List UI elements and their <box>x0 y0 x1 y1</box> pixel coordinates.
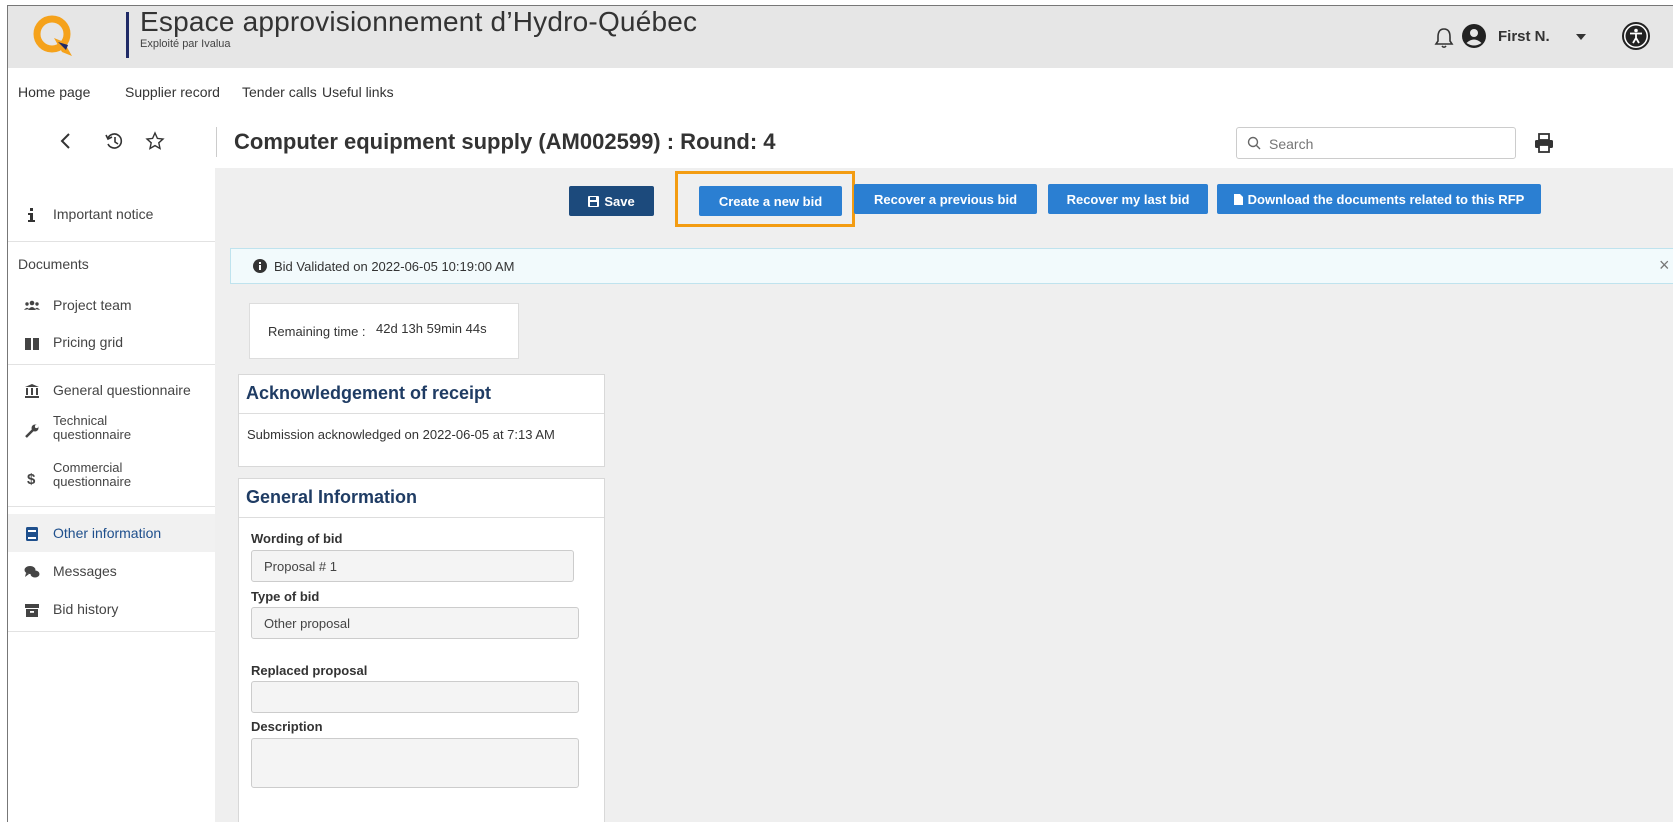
back-chevron-icon[interactable] <box>56 131 76 151</box>
svg-text:$: $ <box>27 471 36 486</box>
brand-divider <box>126 12 129 58</box>
page-title-bar: Computer equipment supply (AM002599) : R… <box>8 117 1673 169</box>
sidebar-item-technical-questionnaire[interactable]: Technical questionnaire <box>8 411 215 449</box>
recover-previous-bid-button[interactable]: Recover a previous bid <box>854 184 1037 214</box>
user-name[interactable]: First N. <box>1498 28 1550 45</box>
main-content: Save Create a new bid Recover a previous… <box>215 168 1673 822</box>
sidebar-divider <box>8 241 215 242</box>
caret-down-icon[interactable] <box>1576 34 1586 40</box>
history-icon[interactable] <box>104 131 124 151</box>
app-header: Espace approvisionnement d’Hydro-Québec … <box>8 6 1673 69</box>
bank-icon <box>25 384 39 398</box>
sidebar-divider <box>8 631 215 632</box>
sidebar-label: Technical questionnaire <box>53 414 131 442</box>
app-subtitle: Exploité par Ivalua <box>140 38 231 50</box>
save-button[interactable]: Save <box>569 186 654 216</box>
file-icon <box>1233 193 1243 205</box>
description-field[interactable] <box>251 738 579 788</box>
search-icon <box>1247 136 1261 150</box>
sidebar-label: General questionnaire <box>53 382 191 398</box>
nav-useful-links[interactable]: Useful links <box>322 84 394 100</box>
description-label: Description <box>251 719 323 734</box>
dollar-icon: $ <box>27 471 36 486</box>
type-value: Other proposal <box>264 616 350 631</box>
sidebar-item-general-questionnaire[interactable]: General questionnaire <box>8 371 215 409</box>
acknowledgement-text: Submission acknowledged on 2022-06-05 at… <box>247 427 555 442</box>
alert-text: Bid Validated on 2022-06-05 10:19:00 AM <box>274 259 515 274</box>
download-documents-button[interactable]: Download the documents related to this R… <box>1217 184 1541 214</box>
sidebar-item-other-information[interactable]: Other information <box>8 514 215 552</box>
replaced-proposal-field[interactable] <box>251 681 579 713</box>
type-label: Type of bid <box>251 589 320 604</box>
close-icon[interactable]: × <box>1659 255 1670 276</box>
sidebar-label: Other information <box>53 525 162 541</box>
nav-tender-calls[interactable]: Tender calls <box>242 84 317 100</box>
nav-supplier-record[interactable]: Supplier record <box>125 84 220 100</box>
book-icon <box>26 527 38 541</box>
nav-home-page[interactable]: Home page <box>18 84 90 100</box>
remaining-time-value: 42d 13h 59min 44s <box>376 321 487 336</box>
sidebar-item-messages[interactable]: Messages <box>8 552 215 590</box>
recover-last-bid-button[interactable]: Recover my last bid <box>1048 184 1208 214</box>
create-new-bid-button[interactable]: Create a new bid <box>699 186 842 216</box>
page-title: Computer equipment supply (AM002599) : R… <box>234 129 776 154</box>
user-circle-icon[interactable] <box>1462 24 1486 48</box>
hydro-quebec-logo[interactable] <box>28 12 82 60</box>
type-field[interactable]: Other proposal <box>251 607 579 639</box>
sidebar-item-project-team[interactable]: Project team <box>8 286 215 324</box>
search-box[interactable] <box>1236 127 1516 159</box>
print-icon[interactable] <box>1533 133 1555 153</box>
sidebar-label: Bid history <box>53 601 119 617</box>
sidebar-label: Messages <box>53 563 117 579</box>
sidebar-label-line: questionnaire <box>53 427 132 442</box>
replaced-proposal-label: Replaced proposal <box>251 663 368 678</box>
floppy-disk-icon <box>588 195 600 207</box>
wording-label: Wording of bid <box>251 531 343 546</box>
panel-title: General Information <box>239 479 604 518</box>
top-navigation: Home page Supplier record Tender calls U… <box>8 68 1673 118</box>
search-input[interactable] <box>1267 132 1511 156</box>
bid-validated-alert: Bid Validated on 2022-06-05 10:19:00 AM … <box>230 248 1673 284</box>
panel-title: Acknowledgement of receipt <box>239 375 604 414</box>
accessibility-icon[interactable] <box>1622 22 1650 50</box>
wrench-icon <box>25 424 39 438</box>
remaining-time-label: Remaining time : <box>268 324 366 339</box>
sidebar-label-line: Commercial <box>53 460 123 475</box>
sidebar: Important notice Documents Project team … <box>8 168 215 822</box>
info-i-icon <box>28 208 35 222</box>
general-information-panel: General Information Wording of bid Propo… <box>238 478 605 822</box>
chat-bubbles-icon <box>24 566 40 578</box>
app-window: Espace approvisionnement d’Hydro-Québec … <box>7 5 1673 822</box>
title-separator <box>216 127 217 157</box>
users-icon <box>24 300 40 310</box>
sidebar-item-commercial-questionnaire[interactable]: $ Commercial questionnaire <box>8 458 215 496</box>
sidebar-label-line: Technical <box>53 413 108 428</box>
sidebar-heading-documents: Documents <box>18 256 89 272</box>
info-circle-icon <box>253 259 267 273</box>
sidebar-label: Pricing grid <box>53 334 124 350</box>
download-label: Download the documents related to this R… <box>1247 191 1525 207</box>
gift-box-icon <box>25 338 39 350</box>
sidebar-item-bid-history[interactable]: Bid history <box>8 590 215 628</box>
remaining-time-box: Remaining time : 42d 13h 59min 44s <box>249 303 519 359</box>
star-icon[interactable] <box>145 131 165 151</box>
archive-icon <box>25 604 39 617</box>
wording-field[interactable]: Proposal # 1 <box>251 550 574 582</box>
acknowledgement-panel: Acknowledgement of receipt Submission ac… <box>238 374 605 467</box>
sidebar-item-pricing-grid[interactable]: Pricing grid <box>8 323 215 361</box>
app-title: Espace approvisionnement d’Hydro-Québec <box>140 6 698 37</box>
sidebar-label: Project team <box>53 297 132 313</box>
wording-value: Proposal # 1 <box>264 559 337 574</box>
sidebar-divider <box>8 506 215 507</box>
sidebar-divider <box>8 364 215 365</box>
sidebar-item-important-notice[interactable]: Important notice <box>8 195 215 233</box>
sidebar-label: Commercial questionnaire <box>53 461 131 489</box>
sidebar-label-line: questionnaire <box>53 474 132 489</box>
bell-icon[interactable] <box>1433 26 1455 50</box>
sidebar-label: Important notice <box>53 206 154 222</box>
save-label: Save <box>604 193 635 209</box>
